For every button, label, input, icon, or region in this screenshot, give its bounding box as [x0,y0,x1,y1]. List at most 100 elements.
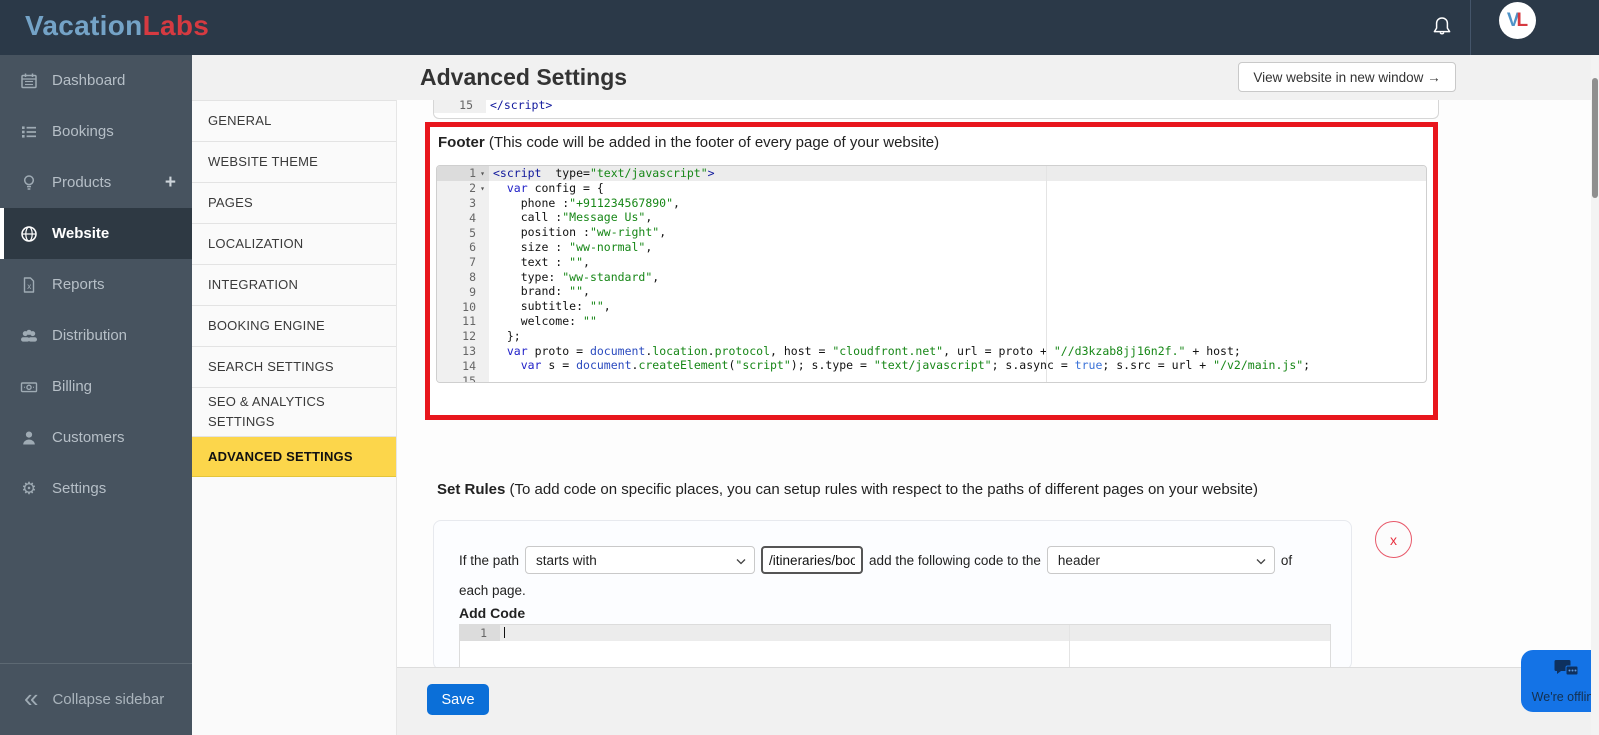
code-token: ; s.async = [992,358,1075,372]
code-token [493,181,507,195]
code-line: 1 [460,625,1330,641]
collapse-sidebar-button[interactable]: « Collapse sidebar [0,663,192,735]
rule-code-editor[interactable]: 1 [459,624,1331,670]
avatar[interactable]: V L [1499,2,1536,39]
code-line: 7 text : "", [437,255,1426,270]
submenu-item-website-theme[interactable]: WEBSITE THEME [192,141,396,182]
sidebar-item-bookings[interactable]: Bookings [0,106,192,157]
code-token: "ww-normal" [569,240,645,254]
submenu-item-general[interactable]: GENERAL [192,100,396,141]
sidebar-item-settings[interactable]: ⚙ Settings [0,463,192,514]
sidebar-item-distribution[interactable]: Distribution [0,310,192,361]
line-number: 3 [437,196,489,211]
code-line: 13 var proto = document.location.protoco… [437,344,1426,359]
sidebar-item-label: Products [52,174,111,191]
code-token: brand: [493,284,569,298]
brand-logo[interactable]: VacationLabs [25,10,209,42]
set-rules-hint: (To add code on specific places, you can… [505,481,1258,498]
footer-code-editor[interactable]: 1▾<script type="text/javascript">2▾ var … [436,165,1427,383]
code-target-value: header [1058,553,1256,568]
brand-primary: Vacation [25,10,143,41]
topbar: VacationLabs V L [0,0,1599,55]
code-token: ; [1303,358,1310,372]
set-rules-label: Set Rules (To add code on specific place… [437,481,1258,498]
delete-rule-x: x [1390,532,1397,548]
footer-label-bold: Footer [438,134,485,151]
code-token: text : [493,255,569,269]
brand-secondary: Labs [143,10,210,41]
sidebar-item-billing[interactable]: Billing [0,361,192,412]
chevron-down-icon [736,553,746,568]
sidebar-item-label: Billing [52,378,92,395]
notifications-bell-icon[interactable] [1431,15,1453,39]
line-number: 9 [437,284,489,299]
code-token: , url = proto + [943,344,1054,358]
sidebar-item-dashboard[interactable]: Dashboard [0,55,192,106]
submenu-item-search-settings[interactable]: SEARCH SETTINGS [192,346,396,387]
code-token: location [652,344,707,358]
code-token: createElement [638,358,728,372]
code-token: . [708,344,715,358]
fold-icon[interactable]: ▾ [476,169,489,178]
text-cursor [504,627,505,638]
sidebar-item-products[interactable]: Products + [0,157,192,208]
rule-wrap-text: each page. [459,583,526,598]
submenu-item-pages[interactable]: PAGES [192,182,396,223]
path-condition-value: starts with [536,553,736,568]
sidebar-item-label: Dashboard [52,72,125,89]
code-token: , [604,299,611,313]
submenu-item-integration[interactable]: INTEGRATION [192,264,396,305]
view-website-button[interactable]: View website in new window → [1238,62,1456,92]
code-line: 5 position :"ww-right", [437,225,1426,240]
line-number: 12 [437,329,489,344]
submenu-item-seo-analytics[interactable]: SEO & ANALYTICS SETTINGS [192,387,396,436]
code-token: "+911234567890" [569,196,673,210]
code-token: </script> [490,100,552,112]
add-product-plus-icon[interactable]: + [165,172,176,194]
scrollbar-thumb[interactable] [1592,78,1598,198]
line-number: 7 [437,255,489,270]
submenu-item-localization[interactable]: LOCALIZATION [192,223,396,264]
code-target-select[interactable]: header [1047,546,1275,574]
code-token: true [1075,358,1103,372]
sidebar-item-label: Bookings [52,123,114,140]
sidebar-item-label: Distribution [52,327,127,344]
code-token: , [583,255,590,269]
sidebar-item-label: Website [52,225,109,242]
line-number: 8 [437,270,489,285]
code-token: , [645,240,652,254]
code-token: position : [493,225,590,239]
rule-prefix-text: If the path [459,553,519,568]
submenu-item-booking-engine[interactable]: BOOKING ENGINE [192,305,396,346]
code-token: size : [493,240,569,254]
code-token [493,344,507,358]
collapse-sidebar-label: Collapse sidebar [52,691,164,708]
code-line: 11 welcome: "" [437,314,1426,329]
save-button[interactable]: Save [427,684,489,715]
sidebar-item-reports[interactable]: x Reports [0,259,192,310]
line-number: 15 [437,373,489,383]
code-token [493,358,521,372]
code-token: type= [541,166,589,180]
line-number: 14 [437,358,489,373]
code-token: call : [493,210,562,224]
rule-middle-text: add the following code to the [869,553,1041,568]
fold-icon[interactable]: ▾ [476,184,489,193]
code-token: var [521,358,542,372]
code-token: config = { [528,181,604,195]
sidebar-item-website[interactable]: Website [0,208,192,259]
code-token: "ww-standard" [562,270,652,284]
chat-widget[interactable]: We're offline [1521,650,1599,712]
path-condition-select[interactable]: starts with [525,546,755,574]
line-number: 5 [437,225,489,240]
code-token: , [673,196,680,210]
sidebar-item-customers[interactable]: Customers [0,412,192,463]
header-code-editor-partial[interactable]: 15</script> [433,100,1439,119]
submenu-item-advanced-settings[interactable]: ADVANCED SETTINGS [192,436,396,477]
list-icon [18,123,40,141]
avatar-letter-l: L [1517,10,1529,32]
path-input[interactable] [761,546,863,574]
delete-rule-button[interactable]: x [1375,521,1412,558]
print-margin-line [1069,625,1070,670]
globe-icon [18,225,40,243]
